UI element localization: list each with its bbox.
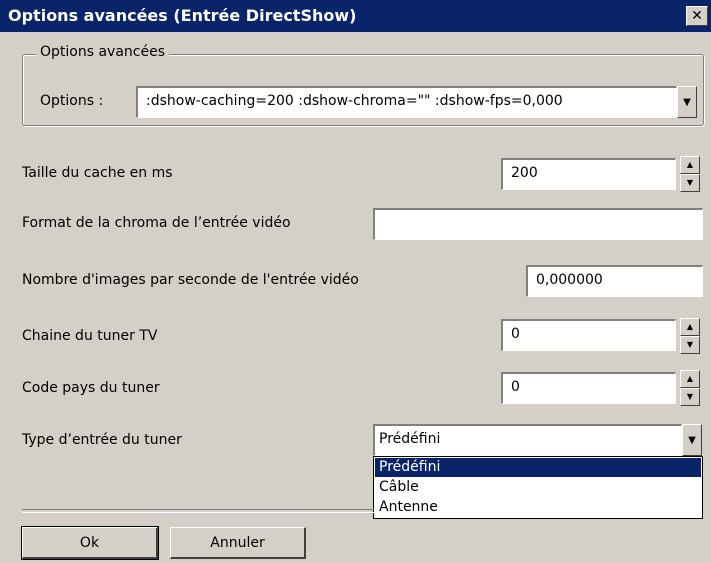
close-icon: ✕: [691, 8, 703, 24]
separator: [22, 509, 374, 513]
cancel-button[interactable]: Annuler: [170, 527, 306, 559]
chroma-format-input[interactable]: [373, 208, 703, 240]
close-button[interactable]: ✕: [686, 6, 708, 26]
tuner-input-type-button[interactable]: ▼: [682, 424, 702, 456]
arrow-down-icon: ▼: [686, 392, 694, 401]
arrow-down-icon: ▼: [686, 340, 694, 349]
arrow-down-icon: ▼: [686, 178, 694, 187]
title-bar: Options avancées (Entrée DirectShow) ✕: [0, 0, 711, 32]
spin-up-button[interactable]: ▲: [680, 370, 700, 388]
ok-button[interactable]: Ok: [21, 526, 159, 560]
chevron-down-icon: ▼: [683, 96, 691, 108]
chroma-format-label: Format de la chroma de l’entrée vidéo: [22, 215, 291, 231]
tuner-country-label: Code pays du tuner: [22, 380, 160, 396]
tuner-country-spinner[interactable]: ▲ ▼: [680, 370, 700, 406]
tuner-country-value: 0: [511, 379, 520, 395]
tuner-input-type-label: Type d’entrée du tuner: [22, 432, 182, 448]
fps-label: Nombre d'images par seconde de l'entrée …: [22, 272, 359, 288]
tuner-channel-input[interactable]: 0: [501, 319, 676, 351]
dropdown-option-predefini[interactable]: Prédéfini: [375, 458, 701, 477]
spin-up-button[interactable]: ▲: [680, 318, 700, 336]
chevron-down-icon: ▼: [688, 434, 696, 446]
spin-down-button[interactable]: ▼: [680, 388, 700, 406]
arrow-up-icon: ▲: [686, 374, 694, 383]
spin-down-button[interactable]: ▼: [680, 174, 700, 192]
tuner-input-type-dropdown: Prédéfini Câble Antenne: [373, 456, 703, 519]
fps-input[interactable]: 0,000000: [526, 265, 703, 297]
options-label: Options :: [40, 93, 104, 109]
cache-size-label: Taille du cache en ms: [22, 165, 173, 181]
dropdown-option-cable[interactable]: Câble: [375, 478, 701, 497]
tuner-channel-spinner[interactable]: ▲ ▼: [680, 318, 700, 354]
arrow-up-icon: ▲: [686, 322, 694, 331]
cache-size-spinner[interactable]: ▲ ▼: [680, 156, 700, 192]
options-combo[interactable]: :dshow-caching=200 :dshow-chroma="" :dsh…: [136, 86, 677, 118]
tuner-input-type-value: Prédéfini: [379, 431, 441, 447]
tuner-country-input[interactable]: 0: [501, 372, 676, 404]
ok-button-label: Ok: [79, 534, 100, 551]
tuner-channel-label: Chaine du tuner TV: [22, 328, 158, 344]
spin-down-button[interactable]: ▼: [680, 336, 700, 354]
options-combo-button[interactable]: ▼: [677, 86, 697, 118]
cancel-button-label: Annuler: [210, 534, 265, 551]
arrow-up-icon: ▲: [686, 160, 694, 169]
cache-size-value: 200: [511, 165, 538, 181]
spin-up-button[interactable]: ▲: [680, 156, 700, 174]
tuner-channel-value: 0: [511, 326, 520, 342]
window-title: Options avancées (Entrée DirectShow): [8, 6, 357, 25]
tuner-input-type-select[interactable]: Prédéfini: [373, 424, 682, 456]
options-combo-value: :dshow-caching=200 :dshow-chroma="" :dsh…: [146, 93, 563, 109]
cache-size-input[interactable]: 200: [501, 158, 676, 190]
fps-value: 0,000000: [536, 272, 603, 288]
dropdown-option-antenne[interactable]: Antenne: [375, 498, 701, 517]
advanced-options-legend: Options avancées: [36, 44, 170, 60]
